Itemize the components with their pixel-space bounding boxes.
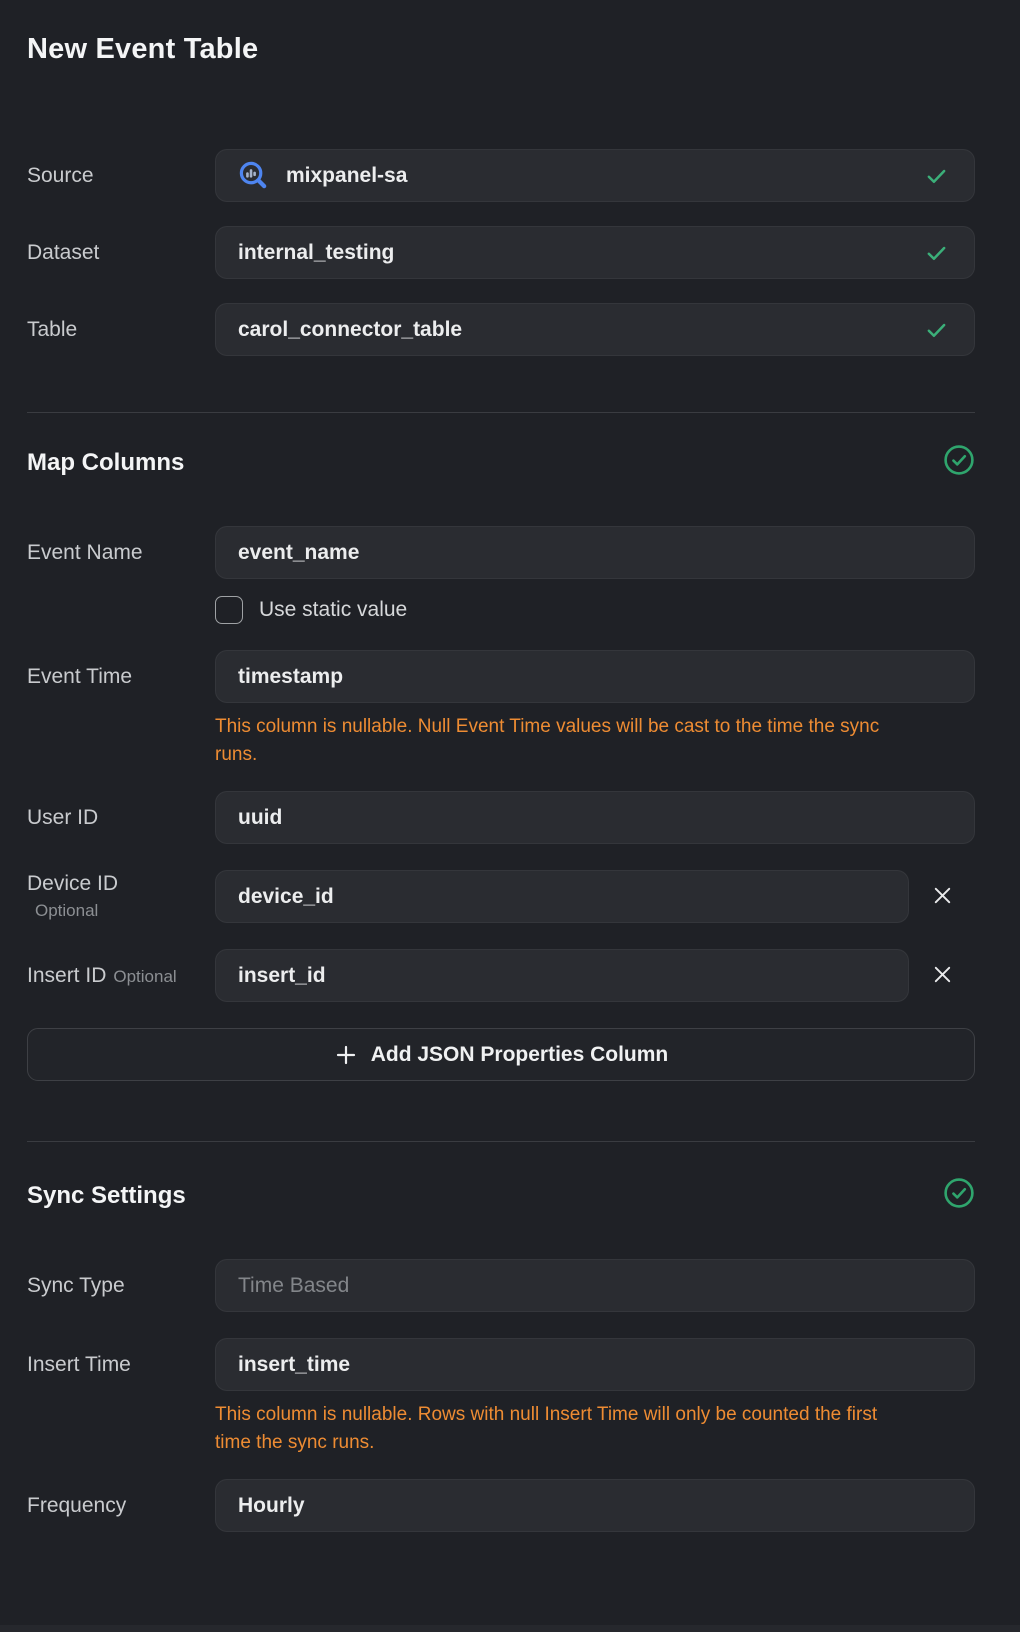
- frequency-label: Frequency: [27, 1494, 215, 1518]
- frequency-field[interactable]: Hourly: [215, 1479, 975, 1532]
- event-name-label: Event Name: [27, 541, 215, 565]
- bigquery-icon: [238, 160, 269, 191]
- insert-id-remove-button[interactable]: [909, 949, 975, 1002]
- source-valid-check-icon: [925, 164, 948, 187]
- insert-id-optional-label: Optional: [113, 967, 176, 986]
- source-section: Source mixpanel-sa: [27, 149, 975, 356]
- use-static-value-label: Use static value: [259, 598, 407, 622]
- dataset-field[interactable]: internal_testing: [215, 226, 975, 279]
- device-id-value: device_id: [238, 885, 334, 909]
- event-time-label: Event Time: [27, 665, 215, 689]
- plus-icon: [334, 1043, 358, 1067]
- device-id-label: Device ID: [27, 872, 118, 895]
- frequency-value: Hourly: [238, 1494, 305, 1518]
- table-value: carol_connector_table: [238, 318, 462, 342]
- new-event-table-form: New Event Table Source mixpanel-: [0, 0, 1020, 1532]
- dataset-value: internal_testing: [238, 241, 394, 265]
- dataset-label: Dataset: [27, 241, 215, 265]
- event-name-row: Event Name event_name: [27, 526, 975, 579]
- sync-type-row: Sync Type Time Based: [27, 1259, 975, 1312]
- use-static-value-checkbox[interactable]: [215, 596, 243, 624]
- table-field[interactable]: carol_connector_table: [215, 303, 975, 356]
- user-id-label: User ID: [27, 806, 215, 830]
- user-id-value: uuid: [238, 806, 282, 830]
- static-value-row: Use static value: [215, 596, 975, 624]
- insert-id-row: Insert ID Optional insert_id: [27, 949, 975, 1002]
- sync-settings-title: Sync Settings: [27, 1182, 186, 1210]
- user-id-field[interactable]: uuid: [215, 791, 975, 844]
- device-id-optional-label: Optional: [27, 901, 215, 921]
- event-time-value: timestamp: [238, 665, 343, 689]
- source-field[interactable]: mixpanel-sa: [215, 149, 975, 202]
- insert-id-field[interactable]: insert_id: [215, 949, 909, 1002]
- table-valid-check-icon: [925, 318, 948, 341]
- insert-id-value: insert_id: [238, 964, 326, 988]
- device-id-row: Device ID Optional device_id: [27, 870, 975, 923]
- insert-time-field[interactable]: insert_time: [215, 1338, 975, 1391]
- sync-settings-section: Sync Settings Sync Type Time Based Inser…: [27, 1177, 975, 1532]
- event-name-value: event_name: [238, 541, 359, 565]
- frequency-row: Frequency Hourly: [27, 1479, 975, 1532]
- dataset-valid-check-icon: [925, 241, 948, 264]
- source-row: Source mixpanel-sa: [27, 149, 975, 202]
- event-time-field[interactable]: timestamp: [215, 650, 975, 703]
- dataset-row: Dataset internal_testing: [27, 226, 975, 279]
- insert-time-row: Insert Time insert_time: [27, 1338, 975, 1391]
- insert-time-label: Insert Time: [27, 1353, 215, 1377]
- sync-type-label: Sync Type: [27, 1274, 215, 1298]
- footer-strip: [0, 1625, 1020, 1632]
- add-json-properties-button[interactable]: Add JSON Properties Column: [27, 1028, 975, 1081]
- table-row: Table carol_connector_table: [27, 303, 975, 356]
- map-columns-complete-icon: [943, 444, 975, 481]
- sync-settings-complete-icon: [943, 1177, 975, 1214]
- source-value: mixpanel-sa: [286, 164, 407, 188]
- source-label: Source: [27, 164, 215, 188]
- event-time-warning: This column is nullable. Null Event Time…: [215, 713, 975, 769]
- event-time-row: Event Time timestamp: [27, 650, 975, 703]
- insert-id-label: Insert ID: [27, 964, 106, 987]
- sync-type-value: Time Based: [238, 1274, 349, 1298]
- close-icon: [931, 884, 954, 910]
- section-divider: [27, 1141, 975, 1142]
- sync-type-field: Time Based: [215, 1259, 975, 1312]
- page-title: New Event Table: [27, 33, 975, 66]
- map-columns-section: Map Columns Event Name event_name Use st…: [27, 444, 975, 1081]
- map-columns-title: Map Columns: [27, 449, 184, 477]
- insert-time-warning: This column is nullable. Rows with null …: [215, 1401, 975, 1457]
- device-id-remove-button[interactable]: [909, 870, 975, 923]
- user-id-row: User ID uuid: [27, 791, 975, 844]
- section-divider: [27, 412, 975, 413]
- add-json-properties-label: Add JSON Properties Column: [371, 1043, 669, 1067]
- device-id-field[interactable]: device_id: [215, 870, 909, 923]
- event-name-field[interactable]: event_name: [215, 526, 975, 579]
- close-icon: [931, 963, 954, 989]
- insert-time-value: insert_time: [238, 1353, 350, 1377]
- table-label: Table: [27, 318, 215, 342]
